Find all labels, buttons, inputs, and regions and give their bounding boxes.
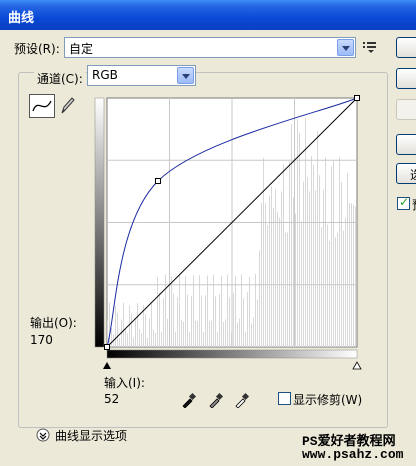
curve-plot[interactable]: [104, 95, 360, 350]
black-point-slider[interactable]: [103, 362, 111, 369]
preset-select[interactable]: 自定: [64, 37, 356, 58]
chevron-down-icon[interactable]: [337, 39, 354, 56]
title-bar: 曲线: [0, 0, 416, 30]
window-title: 曲线: [8, 11, 35, 26]
options-button[interactable]: 选: [396, 163, 416, 184]
curves-graph[interactable]: [90, 92, 380, 377]
white-eyedropper-icon[interactable]: [234, 392, 250, 408]
auto-button[interactable]: [396, 134, 416, 155]
preview-label: 预: [412, 196, 416, 213]
channel-select[interactable]: RGB: [87, 65, 196, 86]
curve-control-point[interactable]: [154, 178, 161, 184]
input-gradient-bar: [106, 349, 358, 359]
output-label: 输出(O):: [30, 316, 77, 330]
curve-control-point[interactable]: [104, 344, 110, 350]
input-label: 输入(I):: [104, 376, 145, 390]
curve-control-point[interactable]: [354, 95, 360, 101]
options-button-label: 选: [410, 166, 416, 183]
preset-value: 自定: [69, 42, 94, 56]
watermark-line2: www.psahz.com: [302, 447, 404, 462]
curve-tool-button[interactable]: [29, 94, 55, 118]
preset-label: 预设(R):: [14, 42, 60, 56]
cancel-button[interactable]: [396, 68, 416, 89]
channel-label: 通道(C):: [34, 70, 86, 87]
curve-mode-icon: [32, 100, 52, 112]
black-eyedropper-icon[interactable]: [181, 392, 197, 408]
output-value[interactable]: 170: [30, 333, 53, 347]
curve-display-options-label[interactable]: 曲线显示选项: [55, 427, 127, 444]
preview-checkbox[interactable]: [397, 195, 410, 210]
chevron-down-icon[interactable]: [177, 67, 194, 84]
channel-value: RGB: [92, 68, 118, 82]
input-value[interactable]: 52: [104, 392, 119, 406]
preset-menu-icon[interactable]: [363, 41, 377, 53]
gray-eyedropper-icon[interactable]: [208, 392, 224, 408]
ok-button[interactable]: [396, 37, 416, 58]
output-gradient-bar: [94, 97, 105, 348]
show-clipping-label: 显示修剪(W): [293, 393, 363, 407]
pencil-icon[interactable]: [58, 96, 76, 116]
expand-chevron-icon[interactable]: [36, 428, 50, 442]
show-clipping-checkbox[interactable]: [278, 392, 291, 405]
white-point-slider[interactable]: [352, 361, 362, 370]
smooth-button[interactable]: [396, 99, 416, 120]
